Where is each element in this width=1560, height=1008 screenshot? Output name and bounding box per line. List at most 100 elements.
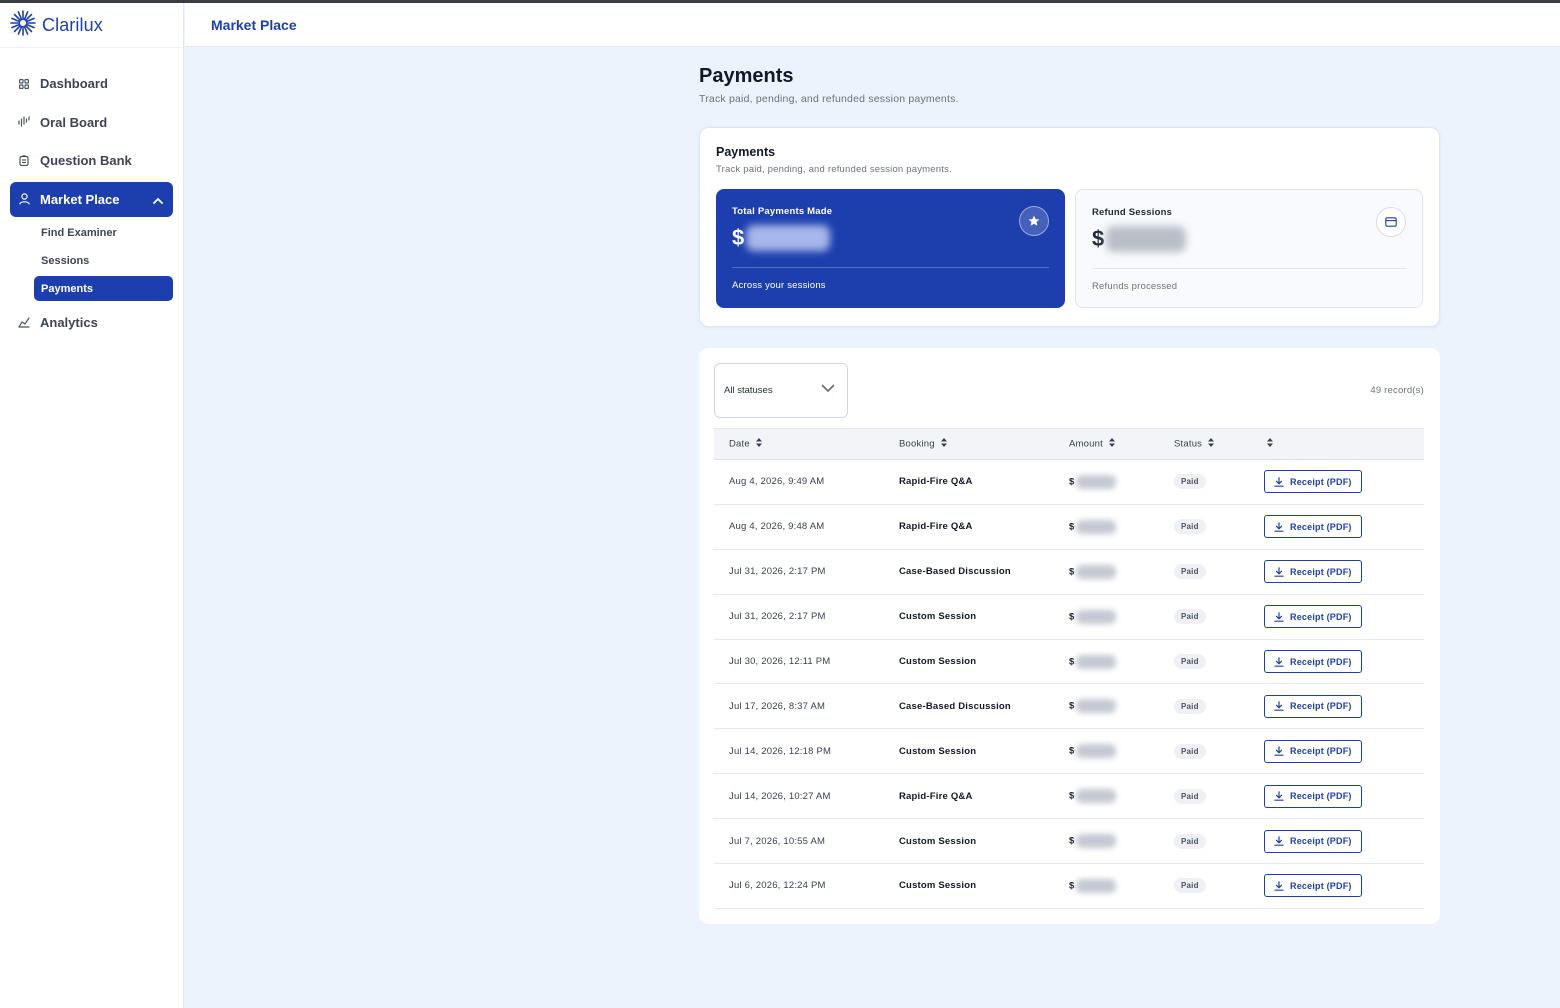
cell-date: Jul 30, 2026, 12:11 PM xyxy=(729,656,831,667)
sidebar-item-analytics[interactable]: Analytics xyxy=(10,305,173,340)
sidebar-item-market-place[interactable]: Market Place xyxy=(10,181,173,217)
column-header-amount[interactable]: Amount xyxy=(1067,429,1170,460)
sidebar-item-label: Question Bank xyxy=(40,153,132,169)
download-receipt-button[interactable]: Receipt (PDF) xyxy=(1264,515,1362,539)
analytics-icon xyxy=(18,317,30,329)
table-header-row: Date Booking Amount Status xyxy=(714,428,1424,460)
sidebar-item-oral-board[interactable]: Oral Board xyxy=(10,105,173,140)
receipt-button-label: Receipt (PDF) xyxy=(1290,836,1352,847)
cell-date: Jul 7, 2026, 10:55 AM xyxy=(729,835,826,847)
column-header-actions[interactable] xyxy=(1264,429,1424,460)
brand-name: Clarilux xyxy=(42,14,103,35)
star-icon xyxy=(1019,206,1049,236)
cell-status: Paid xyxy=(1170,549,1264,594)
column-header-date[interactable]: Date xyxy=(714,429,891,460)
cell-status: Paid xyxy=(1170,819,1264,864)
table-row: Jul 14, 2026, 10:27 AM Rapid-Fire Q&A $ Pai… xyxy=(714,774,1424,819)
table-row: Jul 30, 2026, 12:11 PM Custom Session $ Pai… xyxy=(714,639,1424,684)
download-receipt-button[interactable]: Receipt (PDF) xyxy=(1264,694,1362,718)
cell-date: Jul 14, 2026, 10:27 AM xyxy=(729,790,831,802)
table-row: Jul 6, 2026, 12:24 PM Custom Session $ Paid… xyxy=(714,864,1424,909)
summary-stats: Total Payments Made $ Across your sessio… xyxy=(716,189,1423,308)
record-count: 49 record(s) xyxy=(1370,385,1424,396)
receipt-button-label: Receipt (PDF) xyxy=(1290,656,1352,667)
summary-card-title: Payments xyxy=(716,145,776,159)
cell-actions: Receipt (PDF) xyxy=(1264,549,1424,594)
currency-symbol: $ xyxy=(1069,700,1075,712)
cell-booking: Custom Session xyxy=(899,880,977,892)
table-body: Aug 4, 2026, 9:49 AM Rapid-Fire Q&A $ Paid R… xyxy=(714,460,1424,909)
currency-symbol: $ xyxy=(732,225,745,250)
cell-status: Paid xyxy=(1170,774,1264,819)
column-header-status[interactable]: Status xyxy=(1170,429,1264,460)
cell-status: Paid xyxy=(1170,864,1264,909)
download-receipt-button[interactable]: Receipt (PDF) xyxy=(1264,470,1362,494)
redacted-amount xyxy=(1076,744,1117,759)
cell-date: Jul 17, 2026, 8:37 AM xyxy=(729,700,826,712)
column-header-booking[interactable]: Booking xyxy=(891,429,1067,460)
receipt-button-label: Receipt (PDF) xyxy=(1290,880,1352,891)
cell-amount: $ xyxy=(1067,504,1170,549)
subnav-item-payments[interactable]: Payments xyxy=(34,276,173,302)
grid-icon xyxy=(18,78,30,90)
sidebar-item-label: Oral Board xyxy=(40,114,108,130)
redacted-amount xyxy=(1076,699,1117,714)
cell-date: Jul 6, 2026, 12:24 PM xyxy=(729,880,826,892)
table-row: Aug 4, 2026, 9:49 AM Rapid-Fire Q&A $ Paid R… xyxy=(714,460,1424,505)
payments-table: Date Booking Amount Status Aug 4, 2026, … xyxy=(714,428,1424,909)
cell-booking: Custom Session xyxy=(899,611,977,623)
cell-amount: $ xyxy=(1067,864,1170,909)
download-receipt-button[interactable]: Receipt (PDF) xyxy=(1264,739,1362,763)
download-icon xyxy=(1274,791,1290,801)
table-row: Jul 17, 2026, 8:37 AM Case-Based Discussi… xyxy=(714,684,1424,729)
currency-symbol: $ xyxy=(1069,835,1075,847)
total-payments-foot: Across your sessions xyxy=(732,280,826,291)
download-icon xyxy=(1274,701,1290,712)
sidebar-nav: Dashboard Oral Board Question Bank Marke… xyxy=(0,48,183,340)
receipt-button-label: Receipt (PDF) xyxy=(1290,476,1352,487)
cell-amount: $ xyxy=(1067,639,1170,684)
currency-symbol: $ xyxy=(1092,226,1105,251)
cell-status: Paid xyxy=(1170,684,1264,729)
download-icon xyxy=(1274,611,1290,622)
receipt-button-label: Receipt (PDF) xyxy=(1290,566,1352,577)
sidebar: Clarilux Dashboard Oral Board Question B… xyxy=(0,3,184,1008)
sidebar-item-dashboard[interactable]: Dashboard xyxy=(10,66,173,101)
download-receipt-button[interactable]: Receipt (PDF) xyxy=(1264,784,1362,808)
payments-summary-card: Payments Track paid, pending, and refund… xyxy=(699,127,1440,327)
status-filter-select[interactable]: All statuses xyxy=(714,363,848,418)
payments-table-card: All statuses 49 record(s) Date Booking A… xyxy=(699,348,1440,924)
redacted-amount xyxy=(1106,226,1187,252)
cell-status: Paid xyxy=(1170,594,1264,639)
status-badge: Paid xyxy=(1174,788,1206,804)
subnav-item-find-examiner[interactable]: Find Examiner xyxy=(34,220,173,245)
sidebar-item-label: Analytics xyxy=(40,315,98,331)
download-receipt-button[interactable]: Receipt (PDF) xyxy=(1264,829,1362,853)
sort-icon xyxy=(1208,438,1215,450)
market-place-subnav: Find Examiner Sessions Payments xyxy=(10,220,173,302)
currency-symbol: $ xyxy=(1069,656,1075,668)
currency-symbol: $ xyxy=(1069,745,1075,757)
sort-icon xyxy=(1267,438,1273,450)
cell-date: Jul 14, 2026, 12:18 PM xyxy=(729,745,832,757)
currency-symbol: $ xyxy=(1069,611,1075,623)
table-toolbar: All statuses 49 record(s) xyxy=(714,363,1425,418)
download-receipt-button[interactable]: Receipt (PDF) xyxy=(1264,650,1362,673)
stat-divider xyxy=(732,267,1049,268)
brand[interactable]: Clarilux xyxy=(0,3,183,48)
sidebar-item-question-bank[interactable]: Question Bank xyxy=(10,143,173,178)
sort-icon xyxy=(755,438,762,450)
status-badge: Paid xyxy=(1174,878,1206,894)
download-receipt-button[interactable]: Receipt (PDF) xyxy=(1264,605,1362,629)
download-receipt-button[interactable]: Receipt (PDF) xyxy=(1264,560,1362,584)
receipt-button-label: Receipt (PDF) xyxy=(1290,746,1352,757)
redacted-amount xyxy=(1076,474,1117,489)
subnav-item-sessions[interactable]: Sessions xyxy=(34,248,173,273)
download-receipt-button[interactable]: Receipt (PDF) xyxy=(1264,874,1362,898)
receipt-button-label: Receipt (PDF) xyxy=(1290,611,1352,622)
currency-symbol: $ xyxy=(1069,521,1075,533)
waveform-icon xyxy=(18,116,30,128)
cell-amount: $ xyxy=(1067,594,1170,639)
chevron-up-icon[interactable] xyxy=(153,192,163,207)
table-row: Jul 31, 2026, 2:17 PM Case-Based Discussi… xyxy=(714,549,1424,595)
